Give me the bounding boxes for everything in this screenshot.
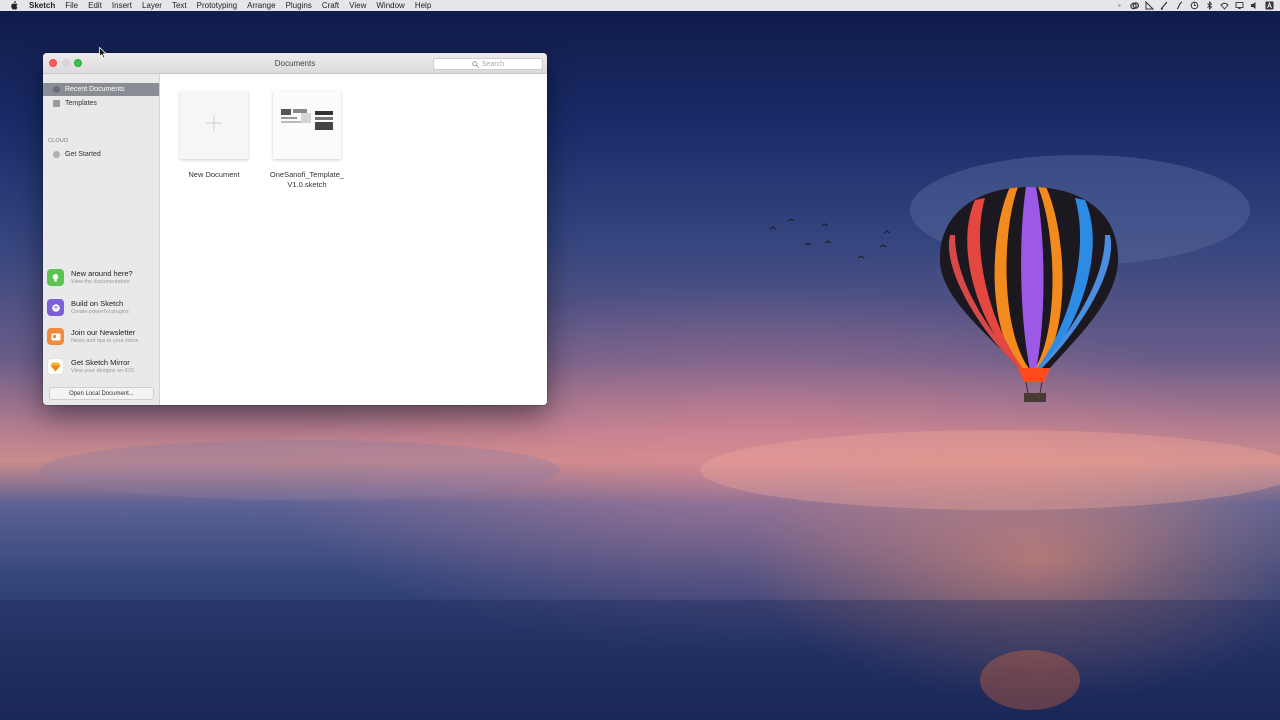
menu-app-name[interactable]: Sketch (29, 1, 55, 10)
search-field[interactable]: Search (433, 58, 543, 70)
pen-icon[interactable] (1160, 1, 1169, 10)
new-document-label: New Document (188, 170, 240, 179)
promo-subtitle: Create powerful plugins (71, 309, 129, 315)
menu-craft[interactable]: Craft (322, 1, 339, 10)
sidebar-item-get-started[interactable]: Get Started (43, 148, 159, 161)
sidebar-item-label: Templates (65, 100, 97, 107)
airplay-icon[interactable] (1235, 1, 1244, 10)
promo-new-around-here[interactable]: New around here? View the documentation (47, 267, 159, 293)
document-label-line2: V1.0.sketch (287, 180, 327, 189)
promo-subtitle: News and tips in your inbox (71, 338, 139, 344)
menu-bar: Sketch File Edit Insert Layer Text Proto… (0, 0, 1280, 11)
birds (769, 218, 891, 259)
mouse-cursor-icon (99, 47, 107, 59)
lightbulb-icon (47, 269, 64, 286)
volume-icon[interactable] (1250, 1, 1259, 10)
promo-title: Join our Newsletter (71, 328, 136, 337)
sketch-ruler-icon[interactable] (1145, 0, 1155, 10)
documents-window: Documents Search Recent Documents Templa… (43, 53, 547, 405)
plus-icon (205, 114, 223, 137)
open-local-document-button[interactable]: Open Local Document... (49, 387, 154, 400)
menu-text[interactable]: Text (172, 1, 187, 10)
sidebar-item-recent-documents[interactable]: Recent Documents (43, 83, 159, 96)
document-label-line1: OneSanofi_Template_ (269, 170, 345, 179)
creative-cloud-icon[interactable] (1130, 1, 1140, 10)
sketch-diamond-icon (47, 358, 64, 375)
documents-grid: New Document OneSanofi_Template_ V1.0.sk… (160, 74, 547, 405)
document-label: OneSanofi_Template_ V1.0.sketch (257, 170, 357, 190)
clock-icon (53, 86, 60, 93)
sidebar: Recent Documents Templates CLOUD Get Sta… (43, 74, 160, 405)
promo-build-on-sketch[interactable]: Build on Sketch Create powerful plugins (47, 297, 159, 323)
promo-subtitle: View your designs on iOS (71, 368, 134, 374)
sidebar-item-templates[interactable]: Templates (43, 97, 159, 110)
promo-join-newsletter[interactable]: Join our Newsletter News and tips in you… (47, 326, 159, 352)
promo-title: Build on Sketch (71, 299, 124, 308)
promo-title: Get Sketch Mirror (71, 358, 130, 367)
script-icon[interactable] (1175, 1, 1184, 10)
menu-prototyping[interactable]: Prototyping (197, 1, 237, 10)
promo-title: New around here? (71, 269, 133, 278)
sidebar-section-cloud: CLOUD (48, 138, 69, 144)
apple-icon[interactable] (10, 1, 21, 10)
menu-window[interactable]: Window (376, 1, 404, 10)
document-thumbnail[interactable] (273, 91, 341, 159)
clock-icon[interactable] (1190, 1, 1199, 10)
title-bar: Documents Search (43, 53, 547, 74)
status-icons (1115, 0, 1274, 11)
templates-icon (53, 100, 60, 107)
bluetooth-icon[interactable] (1205, 0, 1214, 11)
menu-edit[interactable]: Edit (88, 1, 102, 10)
new-document-tile[interactable] (180, 91, 248, 159)
menu-plugins[interactable]: Plugins (286, 1, 312, 10)
status-dots-icon[interactable] (1115, 1, 1124, 10)
promo-subtitle: View the documentation (71, 279, 130, 285)
mail-icon (47, 328, 64, 345)
plug-icon (47, 299, 64, 316)
menu-file[interactable]: File (65, 1, 78, 10)
menu-arrange[interactable]: Arrange (247, 1, 275, 10)
document-preview-image (273, 91, 341, 159)
wifi-icon[interactable] (1220, 1, 1229, 10)
search-icon (472, 55, 479, 73)
promo-get-sketch-mirror[interactable]: Get Sketch Mirror View your designs on i… (47, 356, 159, 382)
menu-view[interactable]: View (349, 1, 366, 10)
user-icon[interactable] (1265, 1, 1274, 10)
menu-help[interactable]: Help (415, 1, 431, 10)
menu-layer[interactable]: Layer (142, 1, 162, 10)
hot-air-balloon (939, 187, 1119, 402)
cloud-icon (53, 151, 60, 158)
sidebar-item-label: Recent Documents (65, 86, 125, 93)
sidebar-item-label: Get Started (65, 151, 101, 158)
menu-insert[interactable]: Insert (112, 1, 132, 10)
search-placeholder: Search (481, 60, 505, 68)
